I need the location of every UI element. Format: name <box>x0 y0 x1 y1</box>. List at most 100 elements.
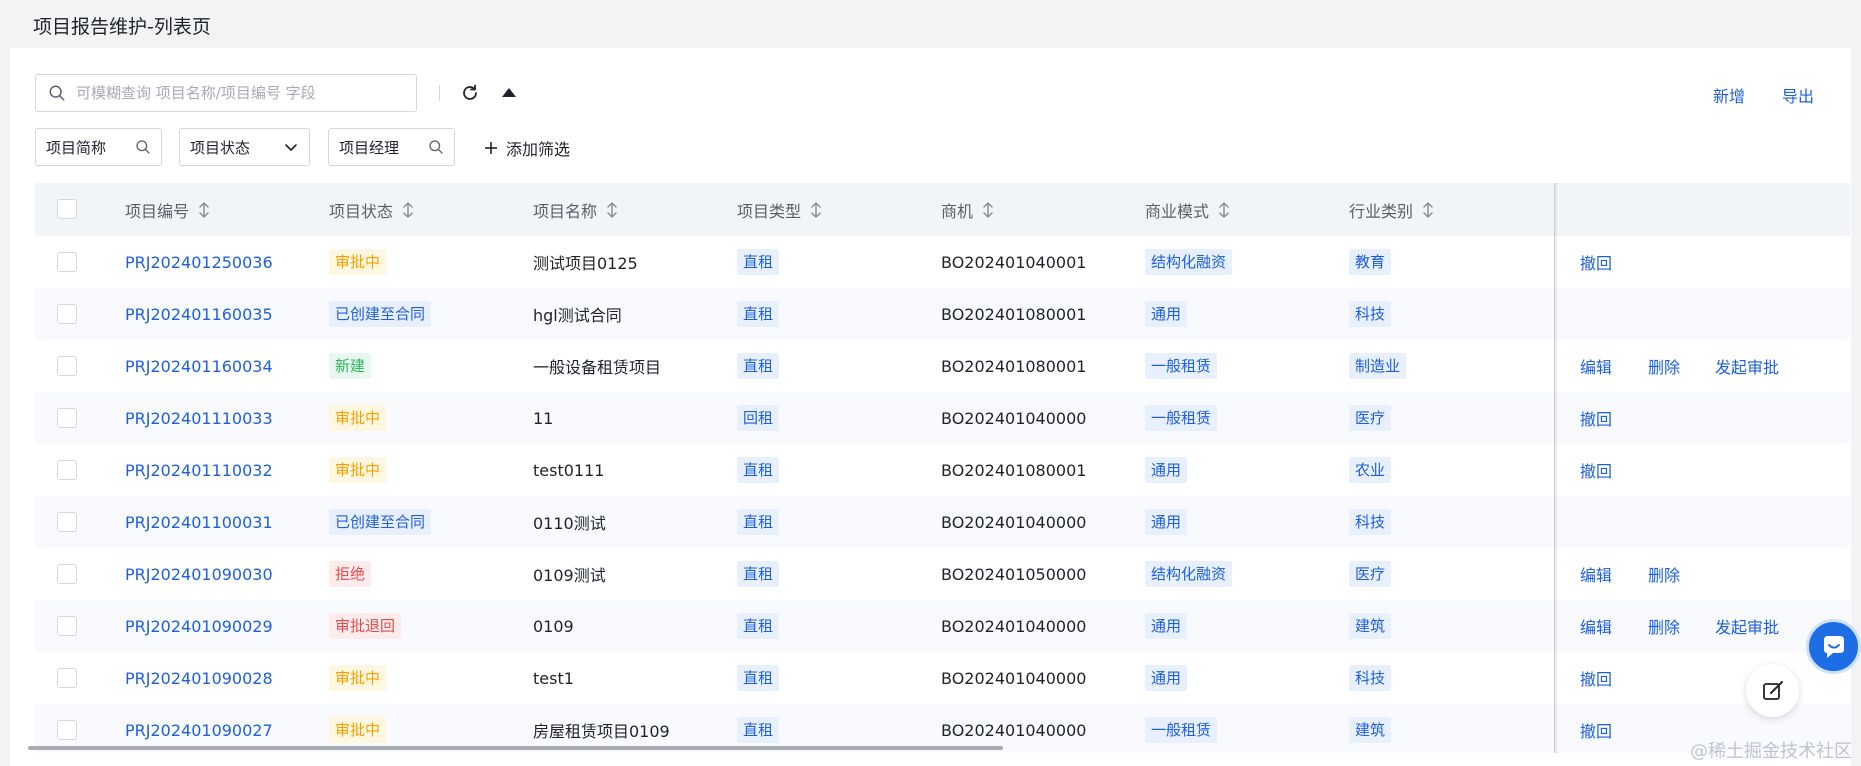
row-checkbox[interactable] <box>57 252 77 272</box>
table-row[interactable]: PRJ202401110032 审批中 test0111 直租 BO2024010800… <box>35 444 1850 496</box>
column-header-label: 项目状态 <box>329 201 394 221</box>
project-code-link[interactable]: PRJ202401110032 <box>125 444 273 496</box>
status-cell: 审批中 <box>329 652 387 704</box>
row-checkbox[interactable] <box>57 304 77 324</box>
status-badge: 审批中 <box>329 665 387 691</box>
row-action-button[interactable]: 编辑 <box>1580 600 1612 652</box>
column-header-label: 商机 <box>941 201 974 221</box>
search-input[interactable] <box>76 84 406 102</box>
opportunity-code: BO202401040001 <box>941 252 1087 272</box>
add-filter-label: 添加筛选 <box>506 140 571 159</box>
project-type-tag: 直租 <box>737 353 780 379</box>
industry-tag: 科技 <box>1349 665 1392 691</box>
filter-project-short-name[interactable]: 项目简称 <box>35 128 162 166</box>
row-checkbox[interactable] <box>57 564 77 584</box>
project-name: test0111 <box>533 460 605 480</box>
edit-float-button[interactable] <box>1746 664 1799 717</box>
export-button[interactable]: 导出 <box>1782 83 1814 107</box>
project-code-link[interactable]: PRJ202401160035 <box>125 288 273 340</box>
industry-cell: 科技 <box>1349 652 1392 704</box>
project-code-link[interactable]: PRJ202401100031 <box>125 496 273 548</box>
row-action-button[interactable]: 撤回 <box>1580 704 1612 753</box>
refresh-icon[interactable] <box>460 83 480 103</box>
row-checkbox[interactable] <box>57 720 77 740</box>
filter-project-manager[interactable]: 项目经理 <box>328 128 455 166</box>
collapse-filter-icon[interactable] <box>500 84 518 102</box>
project-code-link[interactable]: PRJ202401160034 <box>125 340 273 392</box>
row-checkbox[interactable] <box>57 356 77 376</box>
table-row[interactable]: PRJ202401090028 审批中 test1 直租 BO202401040000 通… <box>35 652 1850 704</box>
row-action-button[interactable]: 编辑 <box>1580 340 1612 392</box>
row-action-button[interactable]: 删除 <box>1648 600 1680 652</box>
column-header[interactable]: 商业模式 <box>1145 183 1231 236</box>
column-header[interactable]: 商机 <box>941 183 995 236</box>
project-type-tag: 直租 <box>737 509 780 535</box>
toolbar-divider <box>439 85 440 101</box>
industry-tag: 制造业 <box>1349 353 1407 379</box>
column-header[interactable]: 项目类型 <box>737 183 823 236</box>
add-button[interactable]: 新增 <box>1713 83 1745 107</box>
row-action-button[interactable]: 删除 <box>1648 340 1680 392</box>
row-action-button[interactable]: 撤回 <box>1580 652 1612 704</box>
type-cell: 直租 <box>737 548 780 600</box>
row-action-button[interactable]: 发起审批 <box>1715 600 1779 652</box>
table-row[interactable]: PRJ202401110033 审批中 11 回租 BO202401040000 一般租赁… <box>35 392 1850 444</box>
table-row[interactable]: PRJ202401160035 已创建至合同 hgl测试合同 直租 BO20240108… <box>35 288 1850 340</box>
project-code-link[interactable]: PRJ202401090029 <box>125 600 273 652</box>
industry-cell: 医疗 <box>1349 392 1392 444</box>
project-code-link[interactable]: PRJ202401250036 <box>125 236 273 288</box>
edit-note-icon <box>1762 680 1783 700</box>
table-row[interactable]: PRJ202401160034 新建 一般设备租赁项目 直租 BO20240108000… <box>35 340 1850 392</box>
row-action-button[interactable]: 撤回 <box>1580 236 1612 288</box>
status-cell: 已创建至合同 <box>329 288 432 340</box>
industry-tag: 建筑 <box>1349 717 1392 743</box>
industry-cell: 科技 <box>1349 496 1392 548</box>
project-name: hgl测试合同 <box>533 306 622 325</box>
row-checkbox[interactable] <box>57 512 77 532</box>
sort-icon[interactable] <box>1217 201 1231 219</box>
industry-tag: 医疗 <box>1349 405 1392 431</box>
row-action-button[interactable]: 撤回 <box>1580 444 1612 496</box>
sort-icon[interactable] <box>605 201 619 219</box>
project-code-link[interactable]: PRJ202401090030 <box>125 548 273 600</box>
row-action-button[interactable]: 发起审批 <box>1715 340 1779 392</box>
type-cell: 直租 <box>737 288 780 340</box>
add-filter-button[interactable]: 添加筛选 <box>483 136 570 160</box>
mode-cell: 通用 <box>1145 444 1188 496</box>
sort-icon[interactable] <box>809 201 823 219</box>
status-cell: 审批中 <box>329 444 387 496</box>
status-badge: 审批中 <box>329 249 387 275</box>
column-header[interactable]: 项目编号 <box>125 183 211 236</box>
row-checkbox[interactable] <box>57 668 77 688</box>
select-all-checkbox[interactable] <box>57 199 77 219</box>
business-mode-tag: 通用 <box>1145 613 1188 639</box>
table-row[interactable]: PRJ202401250036 审批中 测试项目0125 直租 BO2024010400… <box>35 236 1850 288</box>
sort-icon[interactable] <box>1421 201 1435 219</box>
filter-project-status[interactable]: 项目状态 <box>179 128 310 166</box>
table-row[interactable]: PRJ202401090030 拒绝 0109测试 直租 BO202401050000 结… <box>35 548 1850 600</box>
search-box[interactable] <box>35 74 417 112</box>
sort-icon[interactable] <box>197 201 211 219</box>
column-header[interactable]: 行业类别 <box>1349 183 1435 236</box>
sort-icon[interactable] <box>401 201 415 219</box>
row-checkbox[interactable] <box>57 460 77 480</box>
assistant-float-button[interactable] <box>1806 619 1861 674</box>
status-cell: 审批中 <box>329 236 387 288</box>
row-action-button[interactable]: 编辑 <box>1580 548 1612 600</box>
page-title: 项目报告维护-列表页 <box>33 16 211 38</box>
row-checkbox[interactable] <box>57 616 77 636</box>
sort-icon[interactable] <box>981 201 995 219</box>
row-action-button[interactable]: 撤回 <box>1580 392 1612 444</box>
column-header[interactable]: 项目名称 <box>533 183 619 236</box>
table-row[interactable]: PRJ202401090029 审批退回 0109 直租 BO202401040000 通… <box>35 600 1850 652</box>
horizontal-scrollbar[interactable] <box>28 746 1003 750</box>
column-header[interactable]: 项目状态 <box>329 183 415 236</box>
row-checkbox[interactable] <box>57 408 77 428</box>
row-action-button[interactable]: 删除 <box>1648 548 1680 600</box>
status-badge: 已创建至合同 <box>329 301 432 327</box>
main-card: 新增 导出 项目简称 项目状态 项目经理 添加筛选 项目编号项目状态项目名称项目… <box>10 48 1851 766</box>
status-cell: 审批退回 <box>329 600 402 652</box>
project-code-link[interactable]: PRJ202401090028 <box>125 652 273 704</box>
table-row[interactable]: PRJ202401100031 已创建至合同 0110测试 直租 BO202401040… <box>35 496 1850 548</box>
project-code-link[interactable]: PRJ202401110033 <box>125 392 273 444</box>
